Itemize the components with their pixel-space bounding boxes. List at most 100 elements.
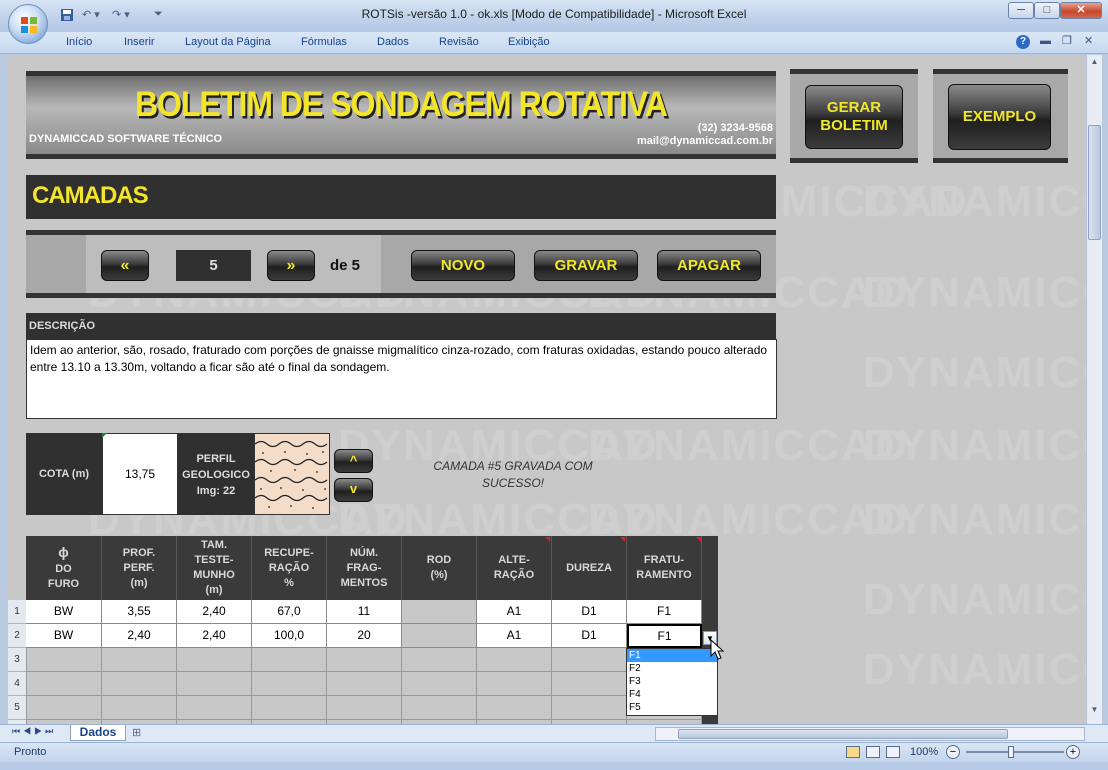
company-name: DYNAMICCAD SOFTWARE TÉCNICO (29, 133, 223, 145)
row-number[interactable]: 5 (8, 696, 26, 720)
cota-input[interactable]: 13,75 (102, 433, 178, 515)
close-button[interactable]: ✕ (1060, 2, 1102, 19)
tab-revisao[interactable]: Revisão (439, 36, 479, 48)
table-cell-rod[interactable] (402, 600, 477, 624)
zoom-level[interactable]: 100% (910, 746, 938, 758)
gerar-label: GERAR (826, 99, 882, 116)
ribbon-restore-icon[interactable]: ❐ (1062, 34, 1072, 47)
office-logo-icon (21, 17, 37, 33)
next-button[interactable]: » (267, 250, 315, 281)
row-number[interactable]: 2 (8, 624, 26, 648)
zoom-slider-thumb[interactable] (1008, 746, 1014, 758)
row-number[interactable]: 3 (8, 648, 26, 672)
table-cell[interactable]: A1 (477, 624, 552, 648)
page-layout-view-icon[interactable] (866, 746, 880, 758)
header-tam-l4: (m) (205, 584, 223, 596)
table-cell[interactable]: BW (26, 624, 102, 648)
header-alteracao: ALTE- RAÇÃO (477, 536, 552, 600)
header-phi: ϕ (58, 543, 69, 560)
perfil-up-button[interactable]: ^ (334, 449, 373, 473)
dropdown-option[interactable]: F4 (627, 688, 717, 701)
office-button[interactable] (8, 4, 48, 44)
table-cell[interactable]: 2,40 (102, 624, 177, 648)
header-dureza: DUREZA (552, 536, 627, 600)
table-cell[interactable]: 100,0 (252, 624, 327, 648)
zoom-slider-track[interactable] (966, 751, 1064, 753)
minimize-button[interactable]: ─ (1008, 2, 1034, 19)
sheet-tab-dados[interactable]: Dados (70, 725, 126, 741)
descricao-textarea[interactable]: Idem ao anterior, são, rosado, fraturado… (26, 339, 777, 419)
table-cell[interactable]: 67,0 (252, 600, 327, 624)
table-cell[interactable]: A1 (477, 600, 552, 624)
gravar-button[interactable]: GRAVAR (534, 250, 638, 281)
comment-marker (620, 537, 625, 542)
table-cell-rod[interactable] (402, 624, 477, 648)
record-number-field[interactable]: 5 (176, 250, 251, 281)
row-number[interactable]: 1 (8, 600, 26, 624)
header-frat-l2: RAMENTO (636, 569, 692, 581)
header-rec-l1: RECUPE- (264, 546, 314, 559)
ribbon-minimize-icon[interactable]: ▬ (1040, 35, 1051, 47)
help-icon[interactable]: ? (1016, 35, 1030, 49)
table-cell[interactable]: BW (26, 600, 102, 624)
header-num-l1: NÚM. (349, 546, 379, 559)
sheet-nav-icon[interactable]: ⏮◀▶⏭ (12, 726, 56, 737)
active-cell[interactable]: F1 (627, 624, 702, 648)
page-break-view-icon[interactable] (886, 746, 900, 758)
header-prof-l3: (m) (130, 576, 148, 589)
tab-dados[interactable]: Dados (377, 36, 409, 48)
apagar-button[interactable]: APAGAR (657, 250, 761, 281)
maximize-button[interactable]: □ (1034, 2, 1060, 19)
header-alt-l1: ALTE- (498, 554, 530, 566)
scroll-thumb[interactable] (1088, 125, 1101, 240)
header-recuperacao: RECUPE- RAÇÃO% (252, 536, 327, 600)
vertical-scrollbar[interactable]: ▲ ▼ (1086, 55, 1102, 725)
table-cell[interactable]: 2,40 (177, 600, 252, 624)
insert-sheet-icon[interactable]: ⊞ (132, 726, 154, 740)
novo-button[interactable]: NOVO (411, 250, 515, 281)
normal-view-icon[interactable] (846, 746, 860, 758)
hscroll-thumb[interactable] (678, 729, 1008, 739)
empty-rows[interactable] (26, 648, 702, 725)
header-diametro-l3: FURO (47, 577, 80, 590)
scroll-down-icon[interactable]: ▼ (1088, 705, 1101, 719)
prev-button[interactable]: « (101, 250, 149, 281)
tab-formulas[interactable]: Fórmulas (301, 36, 347, 48)
tab-exibicao[interactable]: Exibição (508, 36, 550, 48)
zoom-out-button[interactable]: − (946, 745, 960, 759)
dropdown-list[interactable]: F1 F2 F3 F4 F5 (626, 648, 718, 716)
section-title: CAMADAS (32, 182, 149, 209)
dropdown-option[interactable]: F2 (627, 662, 717, 675)
tab-inserir[interactable]: Inserir (124, 36, 155, 48)
table-cell[interactable]: 3,55 (102, 600, 177, 624)
dropdown-option[interactable]: F3 (627, 675, 717, 688)
perfil-down-button[interactable]: v (334, 478, 373, 502)
table-cell[interactable]: D1 (552, 600, 627, 624)
dropdown-option[interactable]: F1 (627, 649, 717, 662)
scroll-up-icon[interactable]: ▲ (1088, 57, 1101, 71)
table-cell[interactable]: F1 (627, 600, 702, 624)
gerar-boletim-button[interactable]: GERAR BOLETIM (805, 85, 903, 149)
zoom-in-button[interactable]: + (1066, 745, 1080, 759)
row-number[interactable]: 4 (8, 672, 26, 696)
tab-inicio[interactable]: Início (66, 36, 92, 48)
header-num-fragmentos: NÚM. FRAG- MENTOS (327, 536, 402, 600)
cota-label: COTA (m) (26, 433, 102, 515)
header-alt-l2: RAÇÃO (493, 569, 535, 581)
watermark: DYNAMICCAD (588, 421, 909, 470)
horizontal-scrollbar[interactable] (655, 727, 1085, 741)
dropdown-option[interactable]: F5 (627, 701, 717, 714)
header-frat-l1: FRATU- (643, 554, 685, 566)
email-address: mail@dynamiccad.com.br (636, 135, 773, 147)
status-message-line2: SUCESSO! (481, 476, 544, 490)
ribbon-close-icon[interactable]: ✕ (1084, 34, 1093, 47)
watermark: DYNAMICCAD (863, 575, 1086, 624)
table-cell[interactable]: 11 (327, 600, 402, 624)
table-cell[interactable]: 2,40 (177, 624, 252, 648)
table-cell[interactable]: D1 (552, 624, 627, 648)
exemplo-button[interactable]: EXEMPLO (948, 84, 1051, 150)
header-rod-l2: (%) (430, 569, 448, 581)
tab-layout[interactable]: Layout da Página (185, 36, 271, 48)
table-cell[interactable]: 20 (327, 624, 402, 648)
header-prof-l2: PERF. (123, 561, 155, 574)
